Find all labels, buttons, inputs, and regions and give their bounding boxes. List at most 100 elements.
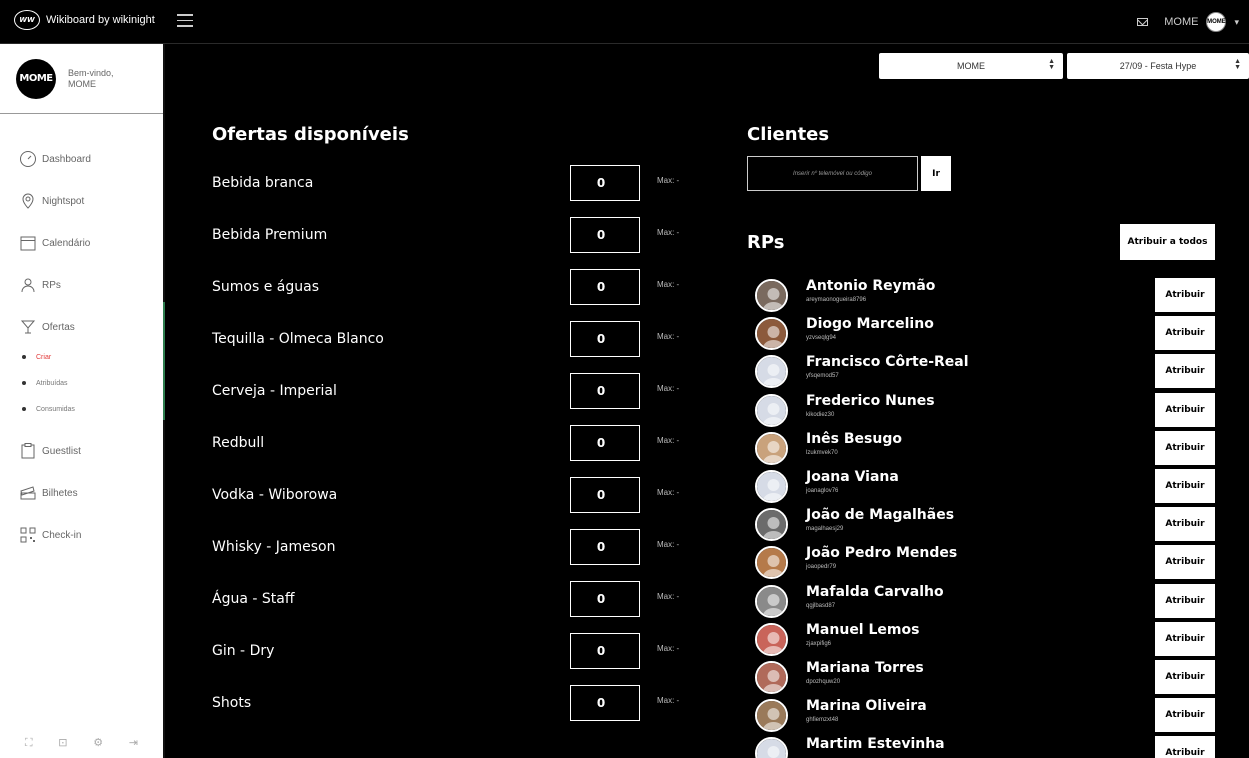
rp-name: Francisco Côrte-Real — [806, 354, 969, 371]
event-select[interactable]: 27/09 - Festa Hype ▲ ▼ — [1067, 53, 1249, 79]
offer-quantity-input[interactable]: 0 — [570, 477, 640, 513]
rp-row: Joana Viana joanaglov76 Atribuir — [755, 467, 1215, 505]
offer-quantity-input[interactable]: 0 — [570, 321, 640, 357]
offer-row: Bebida Premium 0 Max: - — [212, 217, 692, 257]
offer-quantity-value: 0 — [596, 332, 606, 346]
subnav-label: Consumidas — [36, 405, 75, 413]
offer-quantity-input[interactable]: 0 — [570, 373, 640, 409]
sidebar-item-calendrio[interactable]: Calendário — [0, 222, 163, 264]
assign-all-button[interactable]: Atribuir a todos — [1120, 224, 1215, 260]
rp-avatar — [755, 546, 788, 580]
sidebar-item-dashboard[interactable]: Dashboard — [0, 138, 163, 180]
subnav-label: Criar — [36, 353, 52, 361]
offer-max-label: Max: - — [657, 176, 680, 185]
cocktail-icon — [18, 317, 38, 337]
offer-quantity-input[interactable]: 0 — [570, 165, 640, 201]
subnav-item[interactable]: Criar — [22, 344, 163, 370]
bullet-dot — [22, 381, 26, 385]
offer-quantity-input[interactable]: 0 — [570, 685, 640, 721]
subnav-item[interactable]: Atribuídas — [22, 370, 163, 396]
sidebar-item-checkin[interactable]: Check-in — [0, 514, 163, 556]
sidebar-item-guestlist[interactable]: Guestlist — [0, 430, 163, 472]
rp-name: Frederico Nunes — [806, 392, 935, 409]
rp-name: Joana Viana — [806, 469, 899, 485]
rp-avatar — [755, 584, 788, 618]
offer-quantity-input[interactable]: 0 — [570, 269, 640, 305]
rp-avatar — [755, 699, 788, 733]
rp-name: Diogo Marcelino — [806, 316, 934, 333]
fullscreen-icon[interactable]: ⛶ — [25, 736, 33, 750]
client-search-input[interactable]: Inserir nº telemóvel ou código — [747, 156, 918, 191]
rp-name: Antonio Reymão — [806, 278, 936, 294]
assign-button[interactable]: Atribuir — [1155, 698, 1215, 733]
rp-handle: kikodiez30 — [806, 411, 835, 418]
offer-quantity-input[interactable]: 0 — [570, 425, 640, 461]
sidebar-item-rps[interactable]: RPs — [0, 264, 163, 306]
offer-quantity-input[interactable]: 0 — [570, 633, 640, 669]
assign-button[interactable]: Atribuir — [1155, 278, 1215, 312]
rp-row: Manuel Lemos zjaxpifig6 Atribuir — [755, 620, 1215, 658]
rp-handle: areymaonogueira8796 — [806, 297, 867, 303]
rp-avatar — [755, 470, 788, 503]
venue-select[interactable]: MOME ▲ ▼ — [879, 53, 1063, 79]
client-go-button[interactable]: Ir — [921, 156, 951, 191]
sidebar-nav: Dashboard Nightspot Calendário RPs Ofertas Cr… — [0, 114, 163, 556]
welcome-user: MOME — [68, 78, 96, 89]
offer-max-label: Max: - — [657, 384, 680, 393]
offer-row: Água - Staff 0 Max: - — [212, 581, 692, 621]
rp-row: Martim Estevinha Atribuir — [755, 734, 1215, 758]
assign-button[interactable]: Atribuir — [1155, 469, 1215, 503]
sidebar-item-label: Ofertas — [42, 321, 75, 333]
hamburger-menu-icon[interactable] — [177, 14, 193, 28]
mail-icon[interactable] — [1137, 18, 1149, 26]
offer-quantity-value: 0 — [596, 384, 606, 398]
offer-name: Cerveja - Imperial — [212, 383, 337, 399]
map-pin-icon — [18, 191, 38, 211]
assign-button[interactable]: Atribuir — [1155, 583, 1215, 618]
logout-icon[interactable]: ⇥ — [129, 736, 138, 750]
offers-subnav: Criar Atribuídas Consumidas — [0, 344, 163, 422]
rp-handle: yzvseqlg94 — [806, 335, 837, 342]
brand-logo: WW — [14, 10, 40, 30]
offer-max-label: Max: - — [657, 644, 680, 653]
offer-quantity-input[interactable]: 0 — [570, 529, 640, 565]
assign-button[interactable]: Atribuir — [1155, 354, 1215, 389]
offer-quantity-value: 0 — [596, 488, 606, 502]
offer-quantity-value: 0 — [596, 228, 606, 242]
lock-icon[interactable]: ⊡ — [58, 736, 67, 750]
assign-button[interactable]: Atribuir — [1155, 545, 1215, 580]
brand[interactable]: WW Wikiboard by wikinight — [14, 10, 155, 30]
assign-button[interactable]: Atribuir — [1155, 736, 1215, 758]
user-avatar[interactable]: MOME — [1206, 12, 1227, 32]
rp-name: Marina Oliveira — [806, 698, 927, 715]
chevron-down-icon[interactable]: ▾ — [1234, 17, 1239, 28]
assign-button[interactable]: Atribuir — [1155, 507, 1215, 542]
assign-button[interactable]: Atribuir — [1155, 621, 1215, 656]
rp-name: Manuel Lemos — [806, 621, 920, 638]
rp-handle: magalhaesj29 — [806, 526, 844, 533]
rp-name: Mafalda Carvalho — [806, 583, 944, 600]
offer-quantity-input[interactable]: 0 — [570, 581, 640, 617]
offer-max-label: Max: - — [657, 696, 680, 705]
event-select-value: 27/09 - Festa Hype — [1119, 61, 1197, 71]
offer-row: Shots 0 Max: - — [212, 685, 692, 725]
user-menu[interactable]: MOME MOME ▾ — [1137, 12, 1239, 32]
offer-quantity-input[interactable]: 0 — [570, 217, 640, 253]
sidebar-item-nightspot[interactable]: Nightspot — [0, 180, 163, 222]
offer-max-label: Max: - — [657, 488, 680, 497]
gauge-icon — [18, 149, 38, 169]
offer-name: Sumos e águas — [212, 279, 319, 295]
welcome-panel: MOME Bem-vindo, MOME — [0, 44, 163, 114]
assign-button[interactable]: Atribuir — [1155, 660, 1215, 694]
offer-quantity-value: 0 — [596, 280, 606, 294]
offer-name: Redbull — [212, 435, 265, 451]
subnav-item[interactable]: Consumidas — [22, 396, 163, 422]
settings-icon[interactable]: ⚙ — [93, 736, 103, 750]
sidebar-item-bilhetes[interactable]: Bilhetes — [0, 472, 163, 514]
assign-button[interactable]: Atribuir — [1155, 316, 1215, 351]
assign-button[interactable]: Atribuir — [1155, 392, 1215, 427]
venue-select-value: MOME — [957, 61, 985, 71]
offer-row: Sumos e águas 0 Max: - — [212, 269, 692, 309]
assign-button[interactable]: Atribuir — [1155, 430, 1215, 465]
sidebar-item-ofertas[interactable]: Ofertas — [0, 306, 163, 348]
